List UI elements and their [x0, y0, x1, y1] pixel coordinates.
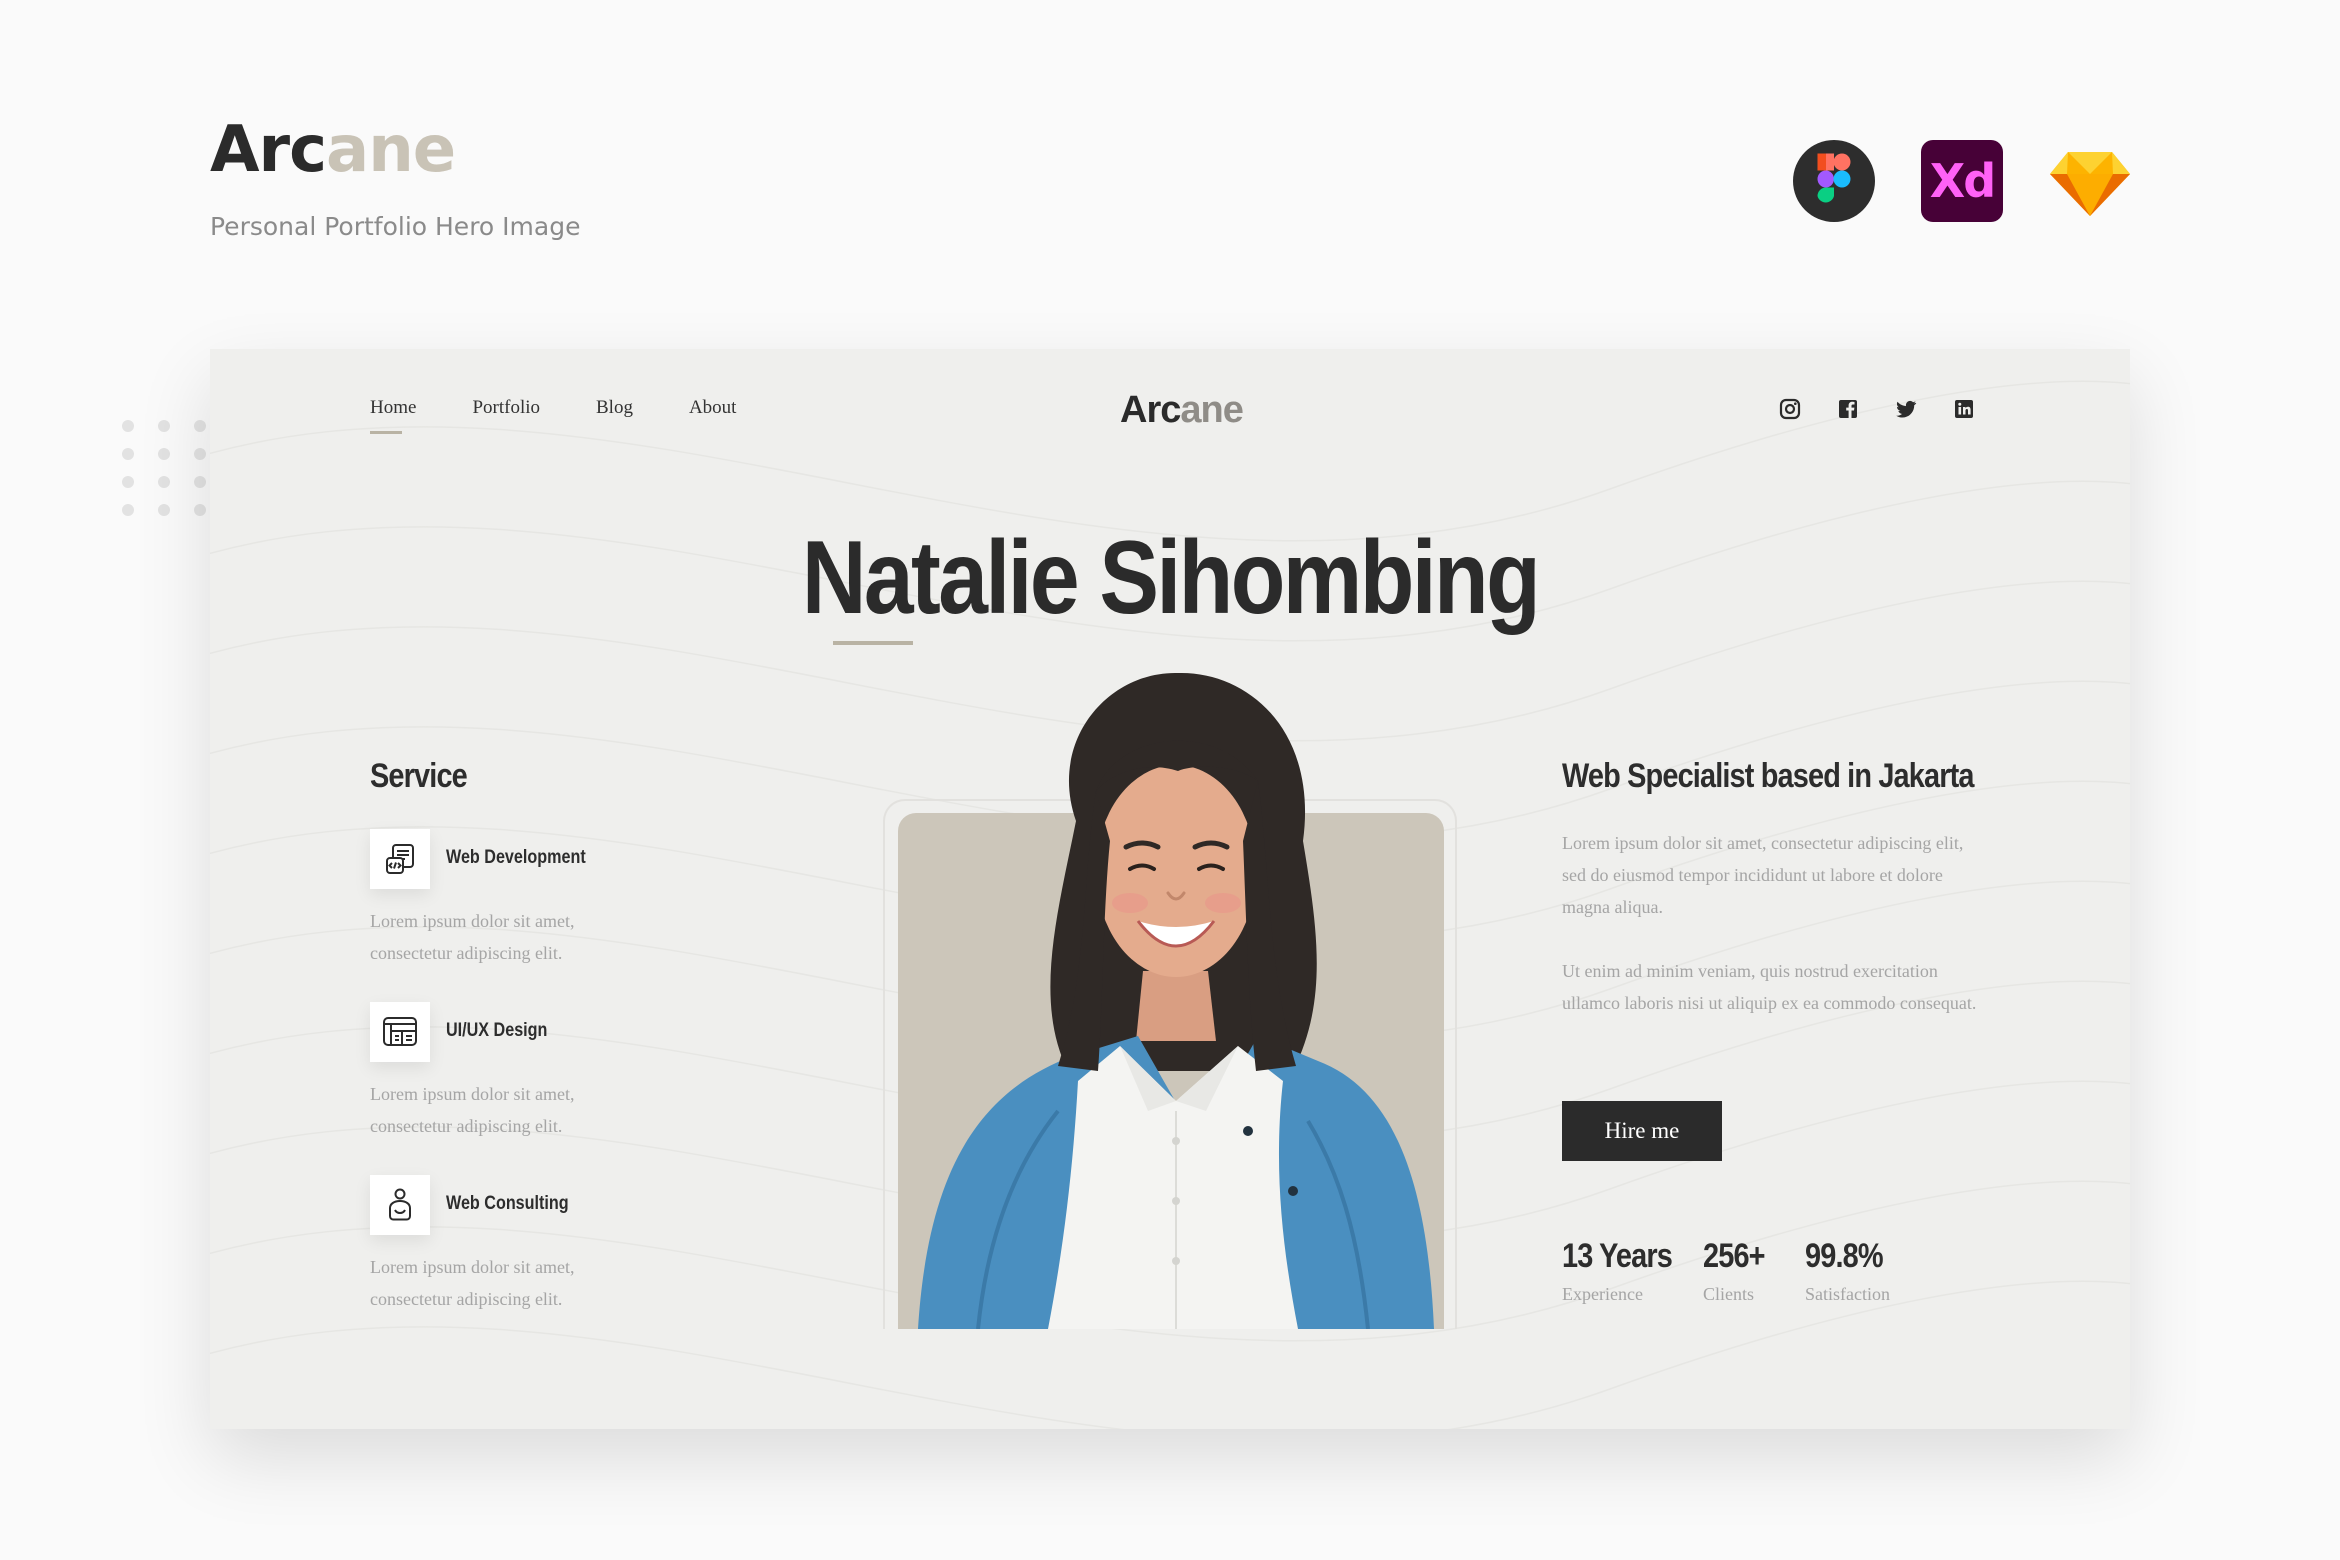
- sketch-icon: [2048, 140, 2132, 224]
- service-heading: Service: [370, 757, 468, 795]
- service-label: Web Development: [446, 847, 586, 868]
- presentation-subtitle: Personal Portfolio Hero Image: [210, 212, 581, 241]
- service-label: Web Consulting: [446, 1193, 569, 1214]
- linkedin-icon[interactable]: [1952, 397, 1976, 421]
- web-development-icon: [370, 829, 430, 889]
- service-description: Lorem ipsum dolor sit amet, consectetur …: [370, 1084, 575, 1136]
- web-consulting-icon: [370, 1175, 430, 1235]
- hero-name: Natalie Sihombing: [801, 520, 1541, 636]
- service-label: UI/UX Design: [446, 1020, 548, 1041]
- service-item-web-development: Web Development Lorem ipsum dolor sit am…: [370, 829, 586, 963]
- name-underline: [833, 641, 913, 645]
- service-item-ui-ux-design: UI/UX Design Lorem ipsum dolor sit amet,…: [370, 1002, 574, 1136]
- service-item-web-consulting: Web Consulting Lorem ipsum dolor sit ame…: [370, 1175, 574, 1309]
- social-links: [1778, 397, 1976, 421]
- ui-ux-design-icon: [370, 1002, 430, 1062]
- stat-label: Clients: [1703, 1284, 1755, 1304]
- hero-card: Home Portfolio Blog About Arcane Natalie…: [210, 349, 2130, 1429]
- stat-value: 256+: [1703, 1237, 1766, 1275]
- service-description: Lorem ipsum dolor sit amet, consectetur …: [370, 1257, 575, 1309]
- stat-value: 99.8%: [1805, 1237, 1884, 1275]
- stat-experience: 13 Years Experience: [1562, 1237, 1691, 1305]
- logo-part1: Arc: [1120, 389, 1181, 431]
- brand-name-part1: Arc: [210, 113, 327, 187]
- logo-part2: ane: [1180, 389, 1243, 431]
- adobe-xd-icon: Xd: [1921, 140, 2003, 222]
- about-paragraph-2: Ut enim ad minim veniam, quis nostrud ex…: [1562, 961, 1977, 1013]
- instagram-icon[interactable]: [1778, 397, 1802, 421]
- brand-name-part2: ane: [326, 113, 456, 187]
- twitter-icon[interactable]: [1894, 397, 1918, 421]
- nav-about[interactable]: About: [689, 397, 737, 419]
- stat-label: Experience: [1562, 1284, 1643, 1304]
- site-logo[interactable]: Arcane: [1120, 389, 1244, 432]
- stat-clients: 256+ Clients: [1703, 1237, 1776, 1305]
- decorative-dots: [120, 418, 210, 518]
- main-nav: Home Portfolio Blog About: [370, 397, 737, 434]
- stat-value: 13 Years: [1562, 1237, 1673, 1275]
- stat-satisfaction: 99.8% Satisfaction: [1805, 1237, 1896, 1305]
- portrait-image: [918, 672, 1434, 1329]
- service-description: Lorem ipsum dolor sit amet, consectetur …: [370, 911, 575, 963]
- nav-portfolio[interactable]: Portfolio: [472, 397, 540, 419]
- about-paragraph-1: Lorem ipsum dolor sit amet, consectetur …: [1562, 833, 1964, 917]
- specialist-heading: Web Specialist based in Jakarta: [1562, 757, 1974, 795]
- stat-label: Satisfaction: [1805, 1284, 1890, 1304]
- nav-blog[interactable]: Blog: [596, 397, 633, 419]
- hire-me-button[interactable]: Hire me: [1562, 1101, 1722, 1161]
- facebook-icon[interactable]: [1836, 397, 1860, 421]
- nav-home[interactable]: Home: [370, 397, 416, 434]
- presentation-brand: Arcane: [210, 118, 456, 182]
- figma-icon: [1793, 140, 1875, 222]
